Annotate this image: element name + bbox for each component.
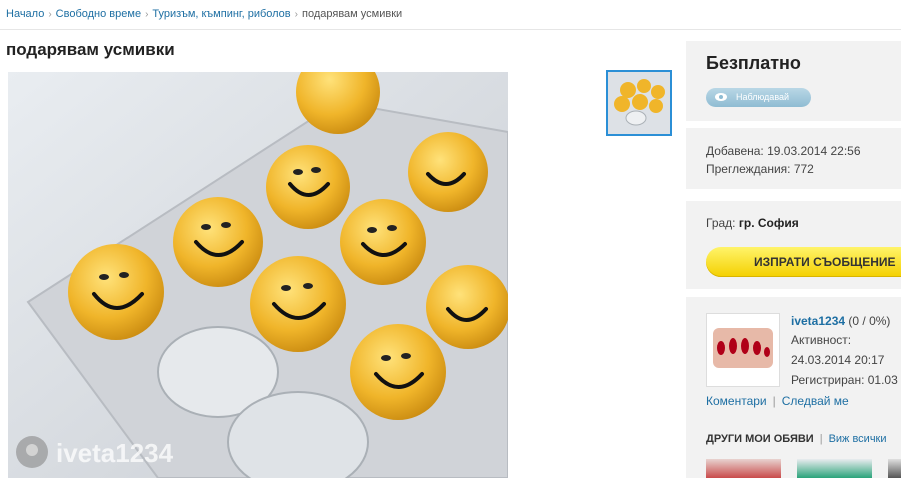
comments-link[interactable]: Коментари	[706, 394, 767, 408]
added-date: Добавена: 19.03.2014 22:56	[706, 144, 861, 158]
listing-stats-panel: Добавена: 19.03.2014 22:56 Преглеждания:…	[686, 128, 901, 189]
seller-rating: (0 / 0%)	[848, 314, 891, 328]
other-ad-thumbnail[interactable]	[888, 459, 901, 478]
link-divider: |	[772, 394, 776, 408]
main-listing-photo[interactable]: iveta1234	[8, 72, 508, 478]
see-all-link[interactable]: Виж всички	[829, 433, 887, 445]
seller-name-line: iveta1234 (0 / 0%)	[791, 314, 890, 328]
other-ads-header: ДРУГИ МОИ ОБЯВИ | Виж всички	[706, 433, 887, 445]
breadcrumb: Начало › Свободно време › Туризъм, къмпинг, …	[6, 8, 402, 20]
photo-watermark: iveta1234	[56, 438, 174, 468]
city-line: Град: гр. София	[706, 216, 799, 230]
seller-name-link[interactable]: iveta1234	[791, 314, 845, 328]
thumbnail-image	[608, 72, 670, 134]
photo-thumbnail[interactable]	[606, 70, 672, 136]
breadcrumb-current: подарявам усмивки	[302, 8, 403, 20]
seller-panel: iveta1234 (0 / 0%) Активност: 24.03.2014…	[686, 297, 901, 478]
avatar-image	[707, 314, 779, 386]
activity-label: Активност:	[791, 333, 852, 347]
price-panel: Безплатно Наблюдавай	[686, 41, 901, 121]
price-label: Безплатно	[706, 53, 801, 73]
activity-value: 24.03.2014 20:17	[791, 353, 885, 367]
eye-icon	[715, 93, 727, 101]
follow-link[interactable]: Следвай ме	[782, 394, 849, 408]
registered-date: Регистриран: 01.03	[791, 373, 898, 387]
breadcrumb-free-time[interactable]: Свободно време	[56, 8, 141, 20]
heading-divider: |	[819, 433, 823, 445]
smiley-pills-photo: iveta1234	[8, 72, 508, 478]
watch-button[interactable]: Наблюдавай	[706, 88, 811, 107]
other-ad-thumbnail[interactable]	[706, 459, 781, 478]
contact-panel: Град: гр. София ИЗПРАТИ СЪОБЩЕНИЕ	[686, 201, 901, 289]
city-value: гр. София	[738, 216, 799, 230]
avatar[interactable]	[706, 313, 780, 387]
other-ad-thumbnail[interactable]	[797, 459, 872, 478]
breadcrumb-separator-icon: ›	[294, 9, 298, 20]
watch-button-label: Наблюдавай	[736, 92, 790, 102]
breadcrumb-separator-icon: ›	[145, 9, 149, 20]
seller-links: Коментари | Следвай ме	[706, 394, 849, 408]
breadcrumb-tourism[interactable]: Туризъм, къмпинг, риболов	[152, 8, 290, 20]
top-divider	[0, 29, 901, 30]
view-count: Преглеждания: 772	[706, 162, 814, 176]
send-message-button[interactable]: ИЗПРАТИ СЪОБЩЕНИЕ	[706, 247, 901, 277]
breadcrumb-home[interactable]: Начало	[6, 8, 44, 20]
city-label: Град:	[706, 216, 736, 230]
listing-title: подарявам усмивки	[6, 40, 175, 59]
other-ads-heading: ДРУГИ МОИ ОБЯВИ	[706, 433, 814, 445]
breadcrumb-separator-icon: ›	[48, 9, 52, 20]
